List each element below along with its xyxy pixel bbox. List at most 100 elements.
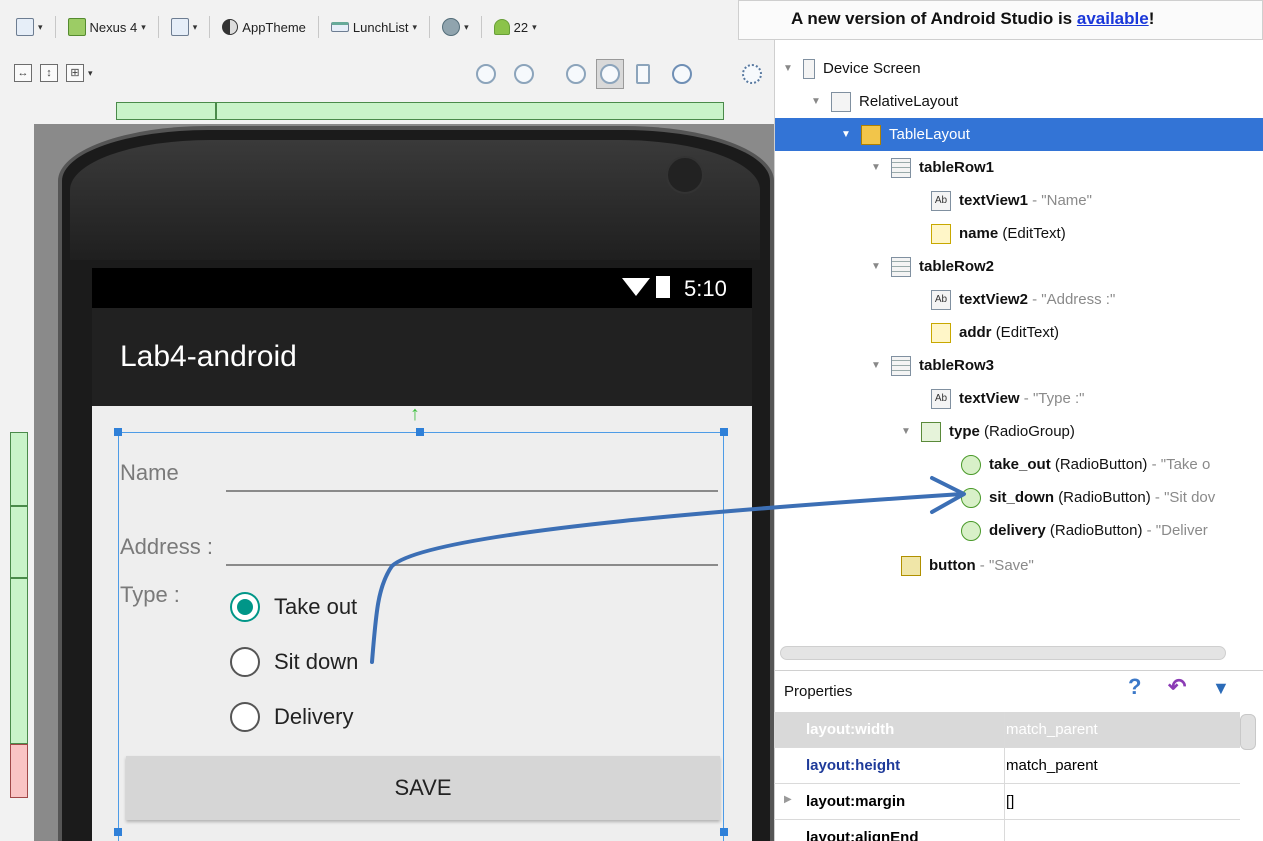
tree-item-textview[interactable]: Ab textView - "Type :" xyxy=(775,382,1263,415)
screenshot-icon[interactable] xyxy=(636,64,650,84)
device-top-bezel xyxy=(70,140,760,260)
toolbar-separator xyxy=(209,16,211,38)
tree-item-name-edittext[interactable]: name (EditText) xyxy=(775,217,1263,250)
tree-item-label: textView xyxy=(959,390,1020,407)
update-notification: A new version of Android Studio is avail… xyxy=(738,0,1263,40)
tree-item-table-row2[interactable]: ▼ tableRow2 xyxy=(775,250,1263,283)
device-selector[interactable]: Nexus 4 ▾ xyxy=(64,14,150,40)
battery-icon xyxy=(656,276,670,298)
save-button[interactable]: SAVE xyxy=(126,756,720,820)
tree-item-relative-layout[interactable]: ▼ RelativeLayout xyxy=(775,85,1263,118)
device-label: Nexus 4 xyxy=(89,19,138,35)
resize-handle[interactable] xyxy=(416,428,424,436)
tree-horizontal-scrollbar[interactable] xyxy=(780,646,1226,660)
orientation-icon xyxy=(170,18,189,36)
fit-width-icon[interactable]: ↔ xyxy=(14,64,32,82)
zoom-out-icon[interactable] xyxy=(600,64,620,84)
property-name: layout:width xyxy=(806,721,895,738)
delivery-label: Delivery xyxy=(274,704,354,729)
theme-icon xyxy=(222,19,239,35)
tree-item-label: TableLayout xyxy=(889,126,970,143)
update-available-link[interactable]: available xyxy=(1077,9,1149,28)
update-text-end: ! xyxy=(1148,9,1155,28)
resize-handle[interactable] xyxy=(114,428,122,436)
top-ruler-divider xyxy=(215,102,217,120)
tree-item-type: (RadioGroup) xyxy=(984,423,1075,440)
fit-height-icon[interactable]: ↕ xyxy=(40,64,58,82)
globe-icon xyxy=(442,18,461,36)
address-field[interactable] xyxy=(226,564,718,566)
tree-item-device-screen[interactable]: ▼ Device Screen xyxy=(775,52,1263,85)
resize-handle[interactable] xyxy=(114,828,122,836)
ruler-row-segment xyxy=(10,506,28,578)
properties-title: Properties xyxy=(784,683,853,700)
update-text: A new version of Android Studio is xyxy=(791,9,1077,28)
activity-icon xyxy=(330,22,349,32)
tree-item-addr-edittext[interactable]: addr (EditText) xyxy=(775,316,1263,349)
filter-icon[interactable]: ▼ xyxy=(1212,678,1230,699)
activity-selector[interactable]: LunchList ▾ xyxy=(327,14,421,40)
locale-selector[interactable]: ▾ xyxy=(438,14,473,40)
tree-item-type-radiogroup[interactable]: ▼ type (RadioGroup) xyxy=(775,415,1263,448)
sit-down-label: Sit down xyxy=(274,649,359,674)
tree-item-button[interactable]: button - "Save" xyxy=(775,549,1263,582)
type-label: Type : xyxy=(120,582,180,607)
help-icon[interactable]: ? xyxy=(1128,674,1141,700)
device-screen-icon xyxy=(803,58,815,79)
tree-item-table-row1[interactable]: ▼ tableRow1 xyxy=(775,151,1263,184)
tree-item-textview1[interactable]: Ab textView1 - "Name" xyxy=(775,184,1263,217)
tree-item-sit-down[interactable]: sit_down (RadioButton) - "Sit dov xyxy=(775,481,1263,514)
tree-item-type: (EditText) xyxy=(1002,225,1066,242)
tree-item-label: textView2 xyxy=(959,291,1028,308)
tree-item-label: name xyxy=(959,225,999,242)
tree-item-delivery[interactable]: delivery (RadioButton) - "Deliver xyxy=(775,514,1263,547)
name-field[interactable] xyxy=(226,490,718,492)
settings-gear-icon[interactable] xyxy=(742,64,762,84)
fit-all-icon[interactable]: ⊞ xyxy=(66,64,84,82)
toolbar-separator xyxy=(480,16,482,38)
take-out-label: Take out xyxy=(274,594,358,619)
tree-item-take-out[interactable]: take_out (RadioButton) - "Take o xyxy=(775,448,1263,481)
edittext-icon xyxy=(931,322,951,343)
property-row-layout-margin[interactable]: ▶ layout:margin [] xyxy=(774,784,1240,820)
api-selector[interactable]: 22 ▾ xyxy=(490,14,541,40)
sit-down-radio[interactable] xyxy=(230,647,260,677)
expand-arrow-icon[interactable]: ▶ xyxy=(784,794,792,805)
anchor-up-arrow-icon: ↑ xyxy=(410,403,420,425)
radiobutton-icon xyxy=(961,454,981,475)
take-out-radio[interactable] xyxy=(230,592,260,622)
properties-scrollbar[interactable] xyxy=(1240,714,1256,750)
undo-icon[interactable]: ↶ xyxy=(1168,674,1186,700)
table-row-icon xyxy=(891,355,911,376)
resize-handle[interactable] xyxy=(720,428,728,436)
textview-icon: Ab xyxy=(931,289,951,310)
delivery-radio[interactable] xyxy=(230,702,260,732)
view-options-caret[interactable]: ▾ xyxy=(88,68,93,79)
toolbar-separator xyxy=(157,16,159,38)
tree-item-label: delivery xyxy=(989,522,1046,539)
tree-item-type: (RadioButton) xyxy=(1049,522,1143,539)
tree-item-label: addr xyxy=(959,324,992,341)
wifi-icon xyxy=(622,278,650,296)
camera-icon xyxy=(666,156,704,194)
api-label: 22 xyxy=(513,19,529,35)
resize-handle[interactable] xyxy=(720,828,728,836)
tree-item-table-layout[interactable]: ▼ TableLayout xyxy=(775,118,1263,151)
property-row-layout-width[interactable]: layout:width match_parent xyxy=(774,712,1240,748)
layout-toolbar: ▾ Nexus 4 ▾ ▾ AppTheme LunchList ▾ ▾ 22 ▾ xyxy=(0,10,774,44)
refresh-icon[interactable] xyxy=(672,64,692,84)
layout-file-icon xyxy=(16,18,34,36)
orientation-selector[interactable]: ▾ xyxy=(167,14,202,40)
tree-item-textview2[interactable]: Ab textView2 - "Address :" xyxy=(775,283,1263,316)
property-row-layout-height[interactable]: layout:height match_parent xyxy=(774,748,1240,784)
status-clock: 5:10 xyxy=(684,276,727,301)
tree-item-table-row3[interactable]: ▼ tableRow3 xyxy=(775,349,1263,382)
zoom-reset-icon[interactable] xyxy=(514,64,534,84)
zoom-fit-icon[interactable] xyxy=(476,64,496,84)
zoom-in-icon[interactable] xyxy=(566,64,586,84)
relative-layout-icon xyxy=(831,91,851,112)
layout-file-menu[interactable]: ▾ xyxy=(12,14,47,40)
theme-selector[interactable]: AppTheme xyxy=(218,14,310,40)
tree-item-type: (RadioButton) xyxy=(1058,489,1151,506)
property-row-layout-align-end[interactable]: layout:alignEnd xyxy=(774,820,1240,841)
